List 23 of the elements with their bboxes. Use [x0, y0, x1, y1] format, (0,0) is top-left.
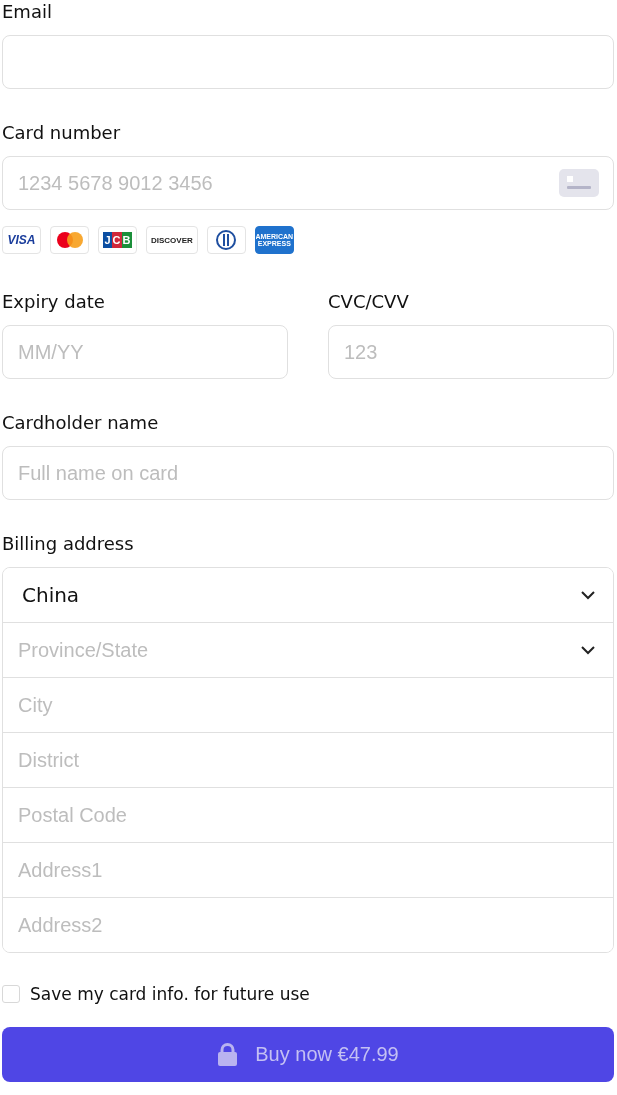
field-label: Billing address — [2, 532, 135, 555]
visa-logo: VISA — [2, 226, 41, 254]
checkbox-label: Save my card info. for future use — [30, 984, 310, 1004]
expiry-field[interactable]: MM/YY — [2, 325, 288, 379]
cvc-field[interactable]: 123 — [328, 325, 614, 379]
field-label: Email — [2, 0, 53, 23]
card-icon — [559, 169, 599, 197]
mastercard-logo — [50, 226, 89, 254]
buy-button[interactable]: Buy now €47.99 — [2, 1027, 614, 1082]
jcb-logo: JCB — [98, 226, 137, 254]
lock-icon — [217, 1043, 239, 1066]
field-label: Card number — [2, 121, 122, 144]
card-number-field[interactable]: 1234 5678 9012 3456 — [2, 156, 614, 210]
field-label: Cardholder name — [2, 411, 160, 434]
diners-logo — [206, 226, 246, 254]
chevron-down-icon — [581, 590, 595, 600]
field-label: Expiry date — [2, 290, 106, 313]
chevron-down-icon — [581, 645, 595, 655]
field-label: CVC/CVV — [328, 290, 410, 313]
discover-logo: DISCOVER — [146, 226, 198, 254]
checkbox[interactable] — [2, 985, 20, 1003]
cardholder-field[interactable]: Full name on card — [2, 446, 614, 500]
address-field[interactable]: Address2 — [3, 897, 613, 952]
